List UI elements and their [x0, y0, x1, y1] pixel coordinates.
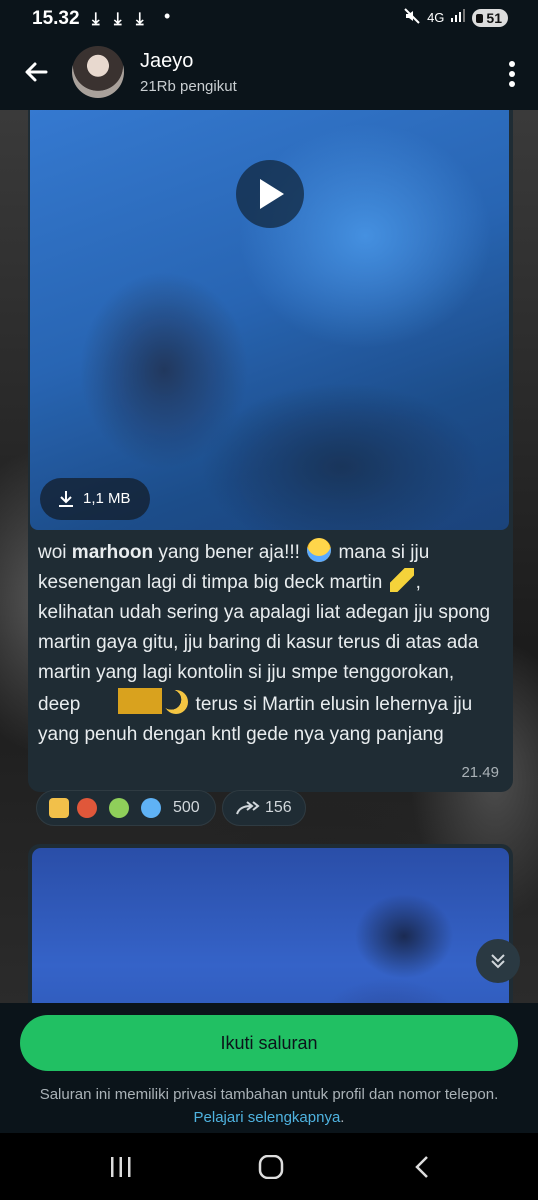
mute-icon: [403, 7, 421, 28]
notification-dot: •: [164, 6, 171, 26]
back-icon[interactable]: [412, 1155, 432, 1184]
download-icon: ⤓: [114, 9, 122, 28]
sweat-droplets-emoji-icon: [141, 798, 161, 818]
download-button[interactable]: 1,1 MB: [40, 478, 150, 520]
forwards-pill[interactable]: 156: [222, 790, 306, 826]
learn-more-link[interactable]: Pelajari selengkapnya: [194, 1109, 341, 1126]
follow-panel: Ikuti saluran Saluran ini memiliki priva…: [0, 1003, 538, 1133]
nauseated-emoji-icon: [109, 798, 129, 818]
middle-finger-emoji-icon: [49, 798, 69, 818]
forward-icon: [236, 801, 260, 815]
status-right: 4G 51: [403, 7, 508, 28]
status-bar: 15.32 ⤓ ⤓ ⤓ • 4G 51: [0, 0, 538, 38]
download-icon: ⤓: [136, 9, 144, 28]
crying-emoji-icon: [307, 538, 332, 562]
censor-sticker: [118, 688, 163, 714]
status-time: 15.32: [32, 8, 80, 29]
message-bubble: 1,1 MB woi marhoon yang bener aja!!! man…: [28, 110, 513, 792]
download-icon: ⤓: [92, 9, 100, 28]
home-icon[interactable]: [258, 1154, 284, 1184]
forward-count: 156: [265, 799, 292, 816]
message-feed[interactable]: 1,1 MB woi marhoon yang bener aja!!! man…: [0, 110, 538, 1003]
signal-icon: [450, 9, 466, 26]
reaction-count: 500: [173, 799, 200, 816]
channel-title[interactable]: Jaeyo: [140, 50, 193, 73]
avatar[interactable]: [72, 46, 124, 98]
mention: marhoon: [71, 542, 154, 563]
channel-header: Jaeyo 21Rb pengikut: [0, 38, 538, 110]
moon-emoji-icon: [164, 690, 189, 714]
more-vertical-icon[interactable]: [508, 60, 516, 88]
download-icon: [59, 491, 73, 507]
scroll-down-button[interactable]: [476, 939, 520, 983]
system-navbar: [0, 1133, 538, 1200]
message-bubble: [28, 844, 513, 1003]
follow-channel-button[interactable]: Ikuti saluran: [20, 1015, 518, 1071]
banana-emoji-icon: [389, 568, 414, 592]
follower-count: 21Rb pengikut: [140, 78, 237, 95]
privacy-notice: Saluran ini memiliki privasi tambahan un…: [39, 1086, 499, 1126]
recent-apps-icon[interactable]: [108, 1155, 134, 1184]
battery-indicator: 51: [472, 8, 508, 27]
video-thumbnail[interactable]: [32, 848, 509, 1003]
message-text: woi marhoon yang bener aja!!! mana si jj…: [38, 538, 493, 750]
video-thumbnail[interactable]: 1,1 MB: [30, 110, 509, 530]
double-chevron-down-icon: [491, 954, 505, 969]
network-label: 4G: [427, 10, 445, 25]
hot-face-emoji-icon: [77, 798, 97, 818]
reactions-pill[interactable]: 500: [36, 790, 216, 826]
file-size: 1,1 MB: [83, 490, 131, 507]
play-button[interactable]: [236, 160, 304, 228]
message-time: 21.49: [461, 764, 499, 781]
arrow-left-icon[interactable]: [20, 56, 52, 88]
